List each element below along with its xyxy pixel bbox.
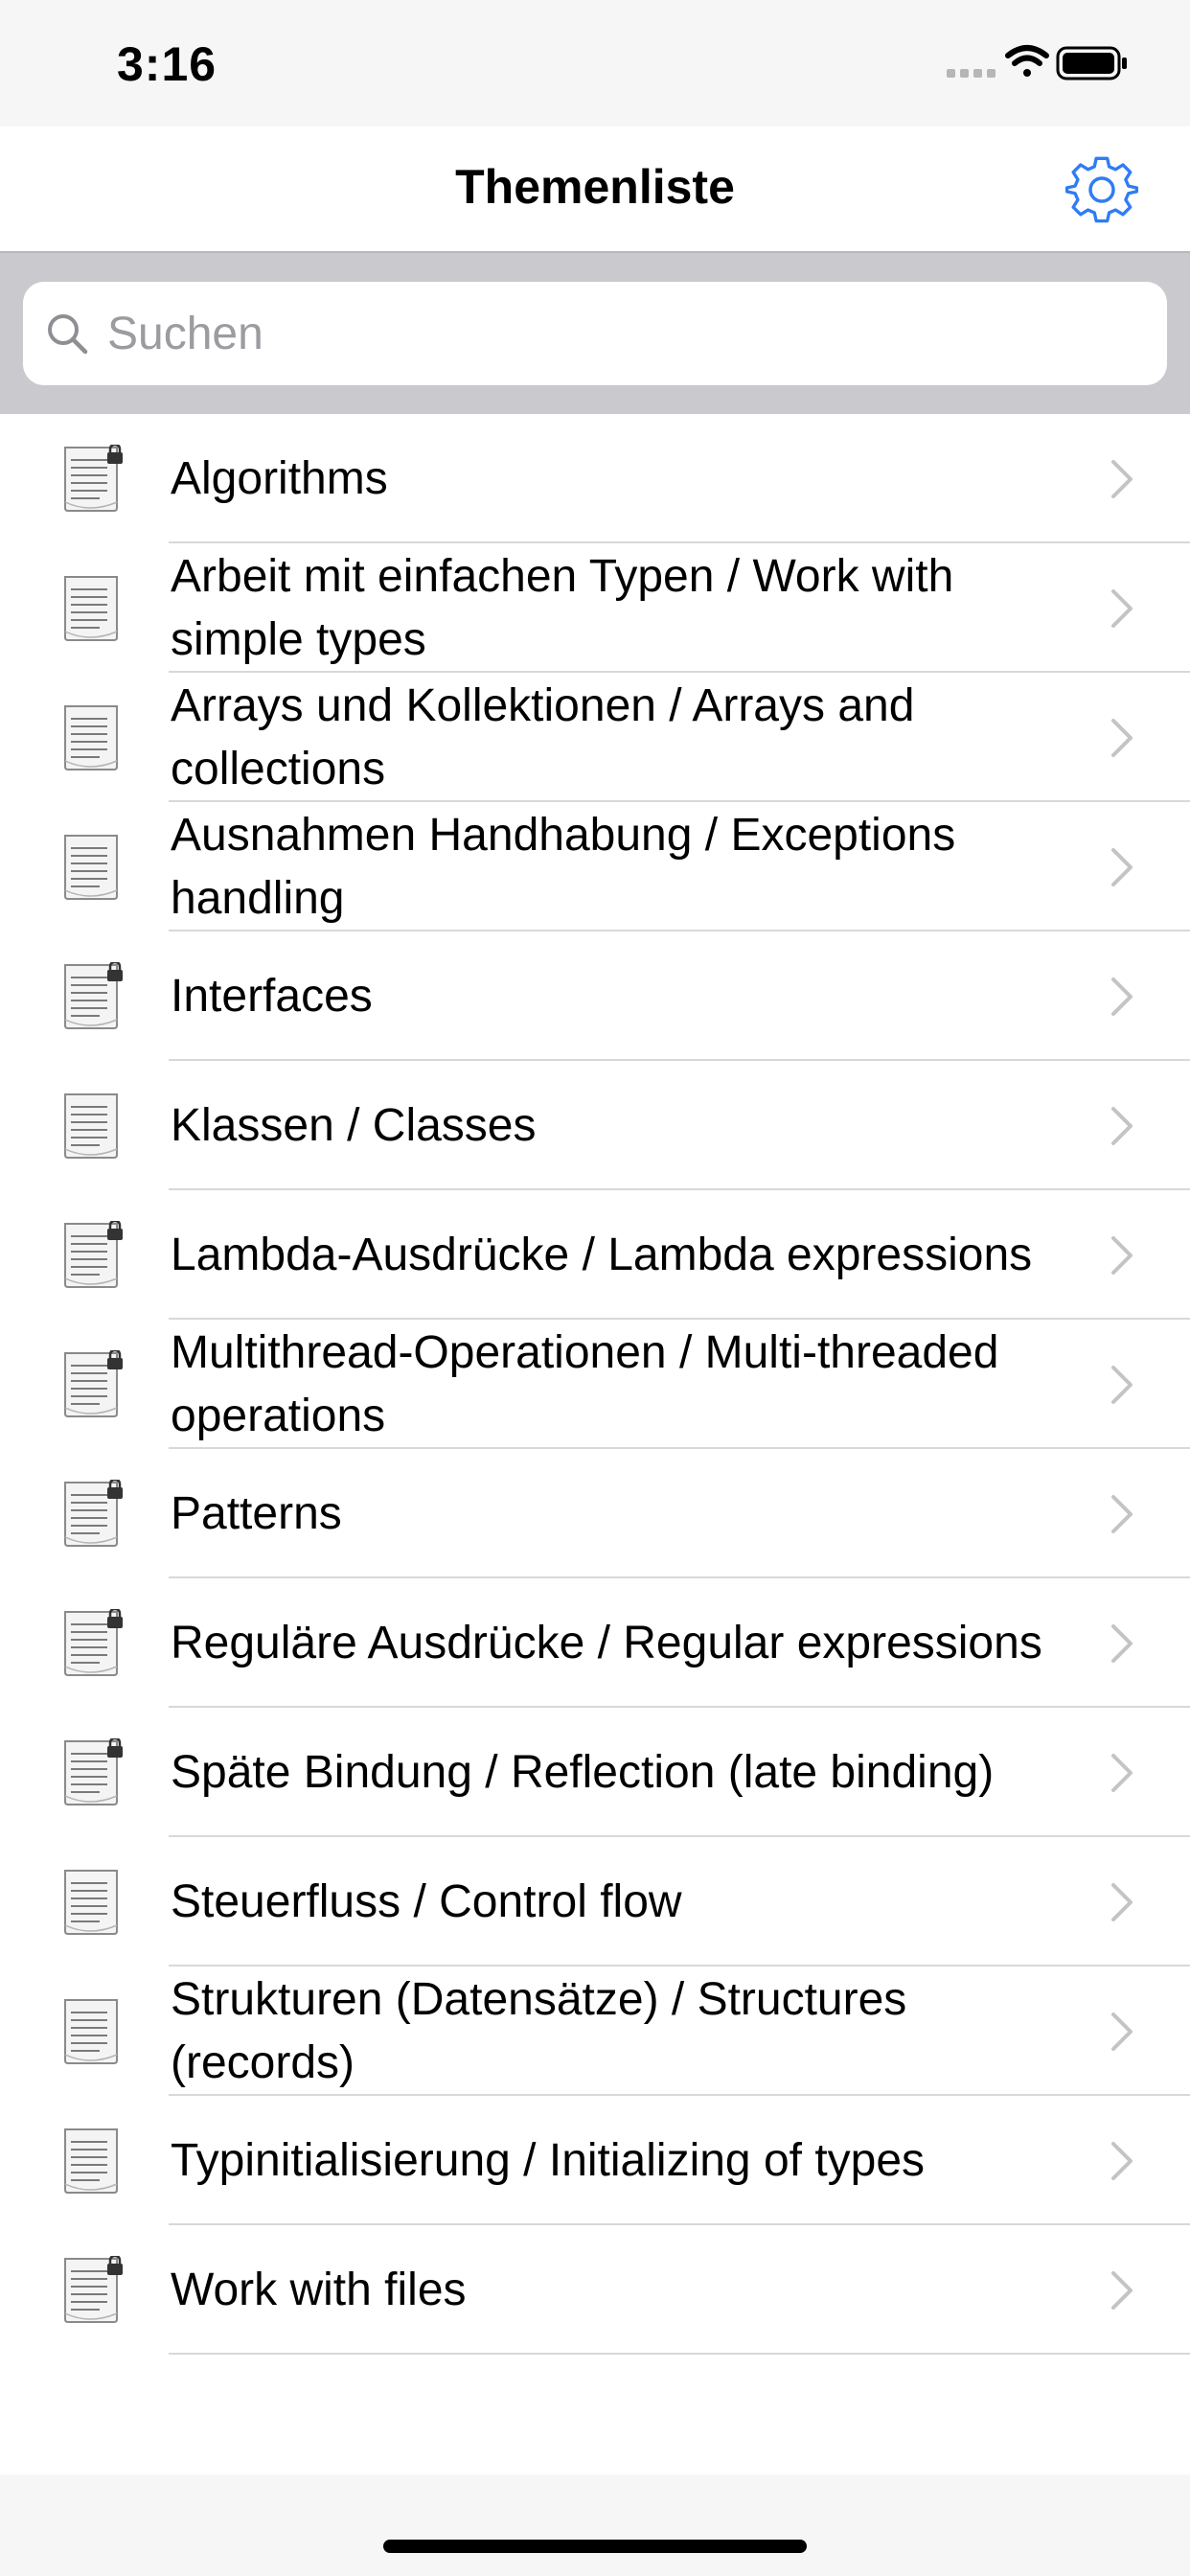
list-item[interactable]: Multithread-Operationen / Multi-threaded… — [0, 1320, 1190, 1449]
list-item[interactable]: Ausnahmen Handhabung / Exceptions handli… — [0, 802, 1190, 932]
chevron-right-icon — [1111, 1495, 1133, 1533]
list-item[interactable]: Reguläre Ausdrücke / Regular expressions — [0, 1578, 1190, 1708]
chevron-right-icon — [1111, 1107, 1133, 1145]
chevron-right-icon — [1111, 2142, 1133, 2180]
chevron-right-icon — [1111, 2271, 1133, 2310]
chevron-right-icon — [1111, 1624, 1133, 1663]
locked-document-icon — [64, 1480, 123, 1547]
settings-button[interactable] — [1065, 153, 1138, 226]
locked-document-icon — [64, 1221, 123, 1288]
chevron-right-icon — [1111, 589, 1133, 628]
topic-label: Patterns — [171, 1487, 342, 1539]
topic-label: Steuerfluss / Control flow — [171, 1875, 682, 1927]
chevron-right-icon — [1111, 978, 1133, 1016]
home-indicator-area — [0, 2474, 1190, 2576]
locked-document-icon — [64, 1350, 123, 1417]
chevron-right-icon — [1111, 1754, 1133, 1792]
topic-list: Algorithms Arbeit mit einfachen Typen / … — [0, 414, 1190, 2355]
chevron-right-icon — [1111, 460, 1133, 498]
document-icon — [64, 2128, 118, 2194]
topic-label: Work with files — [171, 2264, 467, 2315]
topic-label: Arbeit mit einfachen Typen / Work with s… — [171, 550, 954, 665]
locked-document-icon — [64, 445, 123, 512]
document-icon — [64, 576, 118, 641]
status-time: 3:16 — [117, 37, 217, 91]
wifi-icon — [1005, 45, 1049, 77]
document-icon — [64, 1093, 118, 1159]
topic-label: Späte Bindung / Reflection (late binding… — [171, 1746, 995, 1798]
cellular-signal-icon — [947, 69, 995, 78]
topic-label: Strukturen (Datensätze) / Structures (re… — [171, 1973, 907, 2088]
chevron-right-icon — [1111, 1366, 1133, 1404]
navigation-bar: Themenliste — [0, 126, 1190, 253]
list-item[interactable]: Klassen / Classes — [0, 1061, 1190, 1190]
list-item[interactable]: Typinitialisierung / Initializing of typ… — [0, 2096, 1190, 2225]
home-indicator[interactable] — [383, 2540, 807, 2553]
topic-label: Lambda-Ausdrücke / Lambda expressions — [171, 1229, 1033, 1280]
divider — [169, 2353, 1190, 2355]
document-icon — [64, 1999, 118, 2064]
list-item[interactable]: Späte Bindung / Reflection (late binding… — [0, 1708, 1190, 1837]
topic-label: Ausnahmen Handhabung / Exceptions handli… — [171, 809, 956, 924]
chevron-right-icon — [1111, 1883, 1133, 1921]
document-icon — [64, 835, 118, 900]
list-item[interactable]: Patterns — [0, 1449, 1190, 1578]
list-item[interactable]: Work with files — [0, 2225, 1190, 2355]
gear-icon — [1065, 156, 1138, 223]
locked-document-icon — [64, 962, 123, 1029]
list-item[interactable]: Lambda-Ausdrücke / Lambda expressions — [0, 1190, 1190, 1320]
search-input[interactable] — [107, 295, 1142, 372]
search-icon — [48, 314, 88, 355]
document-icon — [64, 1870, 118, 1935]
status-icons — [947, 42, 1129, 84]
search-bar-container — [0, 253, 1190, 414]
document-icon — [64, 705, 118, 770]
list-item[interactable]: Arbeit mit einfachen Typen / Work with s… — [0, 543, 1190, 673]
list-item[interactable]: Algorithms — [0, 414, 1190, 543]
battery-icon — [1056, 46, 1127, 80]
chevron-right-icon — [1111, 719, 1133, 757]
topic-label: Interfaces — [171, 970, 373, 1022]
status-bar: 3:16 — [0, 0, 1190, 126]
chevron-right-icon — [1111, 2012, 1133, 2051]
topic-label: Reguläre Ausdrücke / Regular expressions — [171, 1617, 1042, 1668]
locked-document-icon — [64, 2256, 123, 2323]
topic-label: Typinitialisierung / Initializing of typ… — [171, 2134, 926, 2186]
chevron-right-icon — [1111, 848, 1133, 886]
list-item[interactable]: Strukturen (Datensätze) / Structures (re… — [0, 1966, 1190, 2096]
topic-label: Algorithms — [171, 452, 388, 504]
locked-document-icon — [64, 1609, 123, 1676]
list-item[interactable]: Interfaces — [0, 932, 1190, 1061]
locked-document-icon — [64, 1738, 123, 1806]
page-title: Themenliste — [455, 160, 735, 214]
topic-label: Arrays und Kollektionen / Arrays and col… — [171, 679, 915, 794]
list-item[interactable]: Steuerfluss / Control flow — [0, 1837, 1190, 1966]
list-item[interactable]: Arrays und Kollektionen / Arrays and col… — [0, 673, 1190, 802]
chevron-right-icon — [1111, 1236, 1133, 1275]
topic-label: Klassen / Classes — [171, 1099, 537, 1151]
topic-label: Multithread-Operationen / Multi-threaded… — [171, 1326, 999, 1441]
search-field[interactable] — [23, 282, 1167, 385]
